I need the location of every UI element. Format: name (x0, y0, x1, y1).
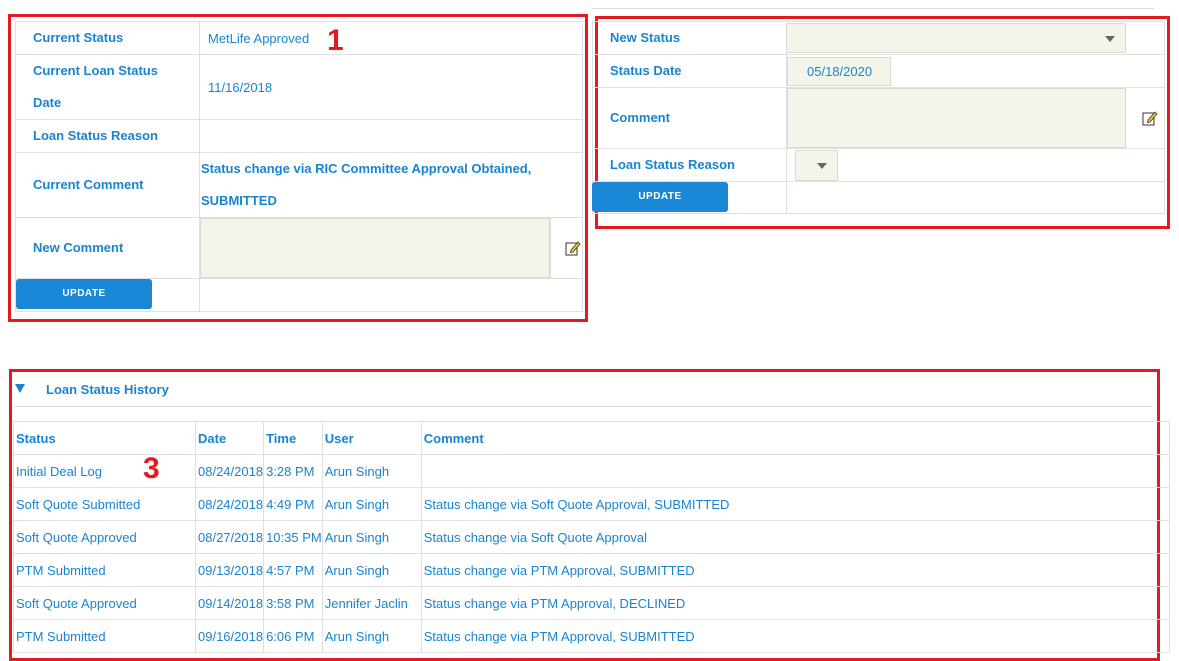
current-status-label: Current Status (15, 21, 200, 55)
new-comment-label: New Comment (15, 217, 200, 279)
cell-time: 3:58 PM (263, 586, 323, 620)
loan-status-history-header[interactable]: Loan Status History (14, 378, 1152, 407)
triangle-down-icon[interactable] (15, 384, 25, 393)
table-row: Soft Quote Submitted 08/24/2018 4:49 PM … (13, 487, 1170, 521)
column-header-status: Status (13, 421, 196, 455)
update-button[interactable]: UPDATE (16, 279, 152, 309)
new-status-select[interactable] (786, 23, 1126, 53)
column-header-date: Date (194, 421, 265, 455)
status-date-input[interactable]: 05/18/2020 (787, 57, 891, 86)
current-comment-value: Status change via RIC Committee Approval… (199, 152, 583, 218)
new-comment-cell (199, 217, 551, 279)
loan-status-history-table: Status Date Time User Comment Initial De… (13, 421, 1170, 653)
cell-time: 3:28 PM (263, 454, 323, 488)
loan-status-history-title: Loan Status History (46, 382, 169, 397)
cell-comment: Status change via Soft Quote Approval (420, 520, 1170, 554)
cell-time: 4:57 PM (263, 553, 323, 587)
cell-user: Arun Singh (321, 454, 422, 488)
cell-status: PTM Submitted (13, 619, 196, 653)
cell-date: 09/14/2018 (194, 586, 265, 620)
current-comment-label: Current Comment (15, 152, 200, 218)
cell-user: Arun Singh (321, 619, 422, 653)
column-header-time: Time (263, 421, 323, 455)
new-comment-textarea[interactable] (200, 218, 550, 278)
cell-comment: Status change via PTM Approval, DECLINED (420, 586, 1170, 620)
cell-user: Arun Singh (321, 520, 422, 554)
loan-status-reason-value (199, 119, 583, 153)
cell-date: 09/16/2018 (194, 619, 265, 653)
loan-status-reason-select[interactable] (795, 150, 838, 181)
cell-date: 08/24/2018 (194, 454, 265, 488)
table-header-row: Status Date Time User Comment (13, 421, 1170, 455)
loan-status-reason-label-2: Loan Status Reason (592, 148, 787, 182)
cell-time: 10:35 PM (263, 520, 323, 554)
cell-status: Soft Quote Approved (13, 520, 196, 554)
new-status-label: New Status (592, 21, 787, 55)
current-status-form: Current Status MetLife Approved Current … (15, 21, 583, 312)
cell-status: Soft Quote Approved (13, 586, 196, 620)
cell-comment: Status change via PTM Approval, SUBMITTE… (420, 619, 1170, 653)
chevron-down-icon (817, 163, 827, 169)
cell-comment: Status change via Soft Quote Approval, S… (420, 487, 1170, 521)
chevron-down-icon (1105, 36, 1115, 42)
status-date-label: Status Date (592, 54, 787, 88)
empty-cell-2 (786, 181, 1165, 214)
table-row: Initial Deal Log 08/24/2018 3:28 PM Arun… (13, 454, 1170, 488)
current-status-value: MetLife Approved (199, 21, 583, 55)
table-row: PTM Submitted 09/13/2018 4:57 PM Arun Si… (13, 553, 1170, 587)
update-status-button[interactable]: UPDATE (592, 182, 728, 212)
comment-label: Comment (592, 87, 787, 149)
table-row: PTM Submitted 09/16/2018 6:06 PM Arun Si… (13, 619, 1170, 653)
current-loan-status-date-value: 11/16/2018 (199, 54, 583, 120)
cell-date: 09/13/2018 (194, 553, 265, 587)
comment-textarea[interactable] (787, 88, 1126, 148)
cell-date: 08/24/2018 (194, 487, 265, 521)
cell-time: 4:49 PM (263, 487, 323, 521)
table-row: Soft Quote Approved 09/14/2018 3:58 PM J… (13, 586, 1170, 620)
edit-pencil-icon[interactable] (565, 240, 581, 256)
table-row: Soft Quote Approved 08/27/2018 10:35 PM … (13, 520, 1170, 554)
cell-comment: Status change via PTM Approval, SUBMITTE… (420, 553, 1170, 587)
current-loan-status-date-label: Current Loan Status Date (15, 54, 200, 120)
edit-pencil-icon[interactable] (1142, 110, 1158, 126)
loan-status-reason-cell (786, 148, 1165, 182)
cell-comment (420, 454, 1170, 488)
cell-time: 6:06 PM (263, 619, 323, 653)
cell-user: Jennifer Jaclin (321, 586, 422, 620)
cell-date: 08/27/2018 (194, 520, 265, 554)
cell-user: Arun Singh (321, 553, 422, 587)
top-divider (592, 8, 1154, 9)
column-header-comment: Comment (420, 421, 1170, 455)
loan-status-reason-label: Loan Status Reason (15, 119, 200, 153)
column-header-user: User (321, 421, 422, 455)
cell-user: Arun Singh (321, 487, 422, 521)
cell-status: Soft Quote Submitted (13, 487, 196, 521)
empty-cell (199, 278, 583, 312)
cell-status: Initial Deal Log (13, 454, 196, 488)
cell-status: PTM Submitted (13, 553, 196, 587)
